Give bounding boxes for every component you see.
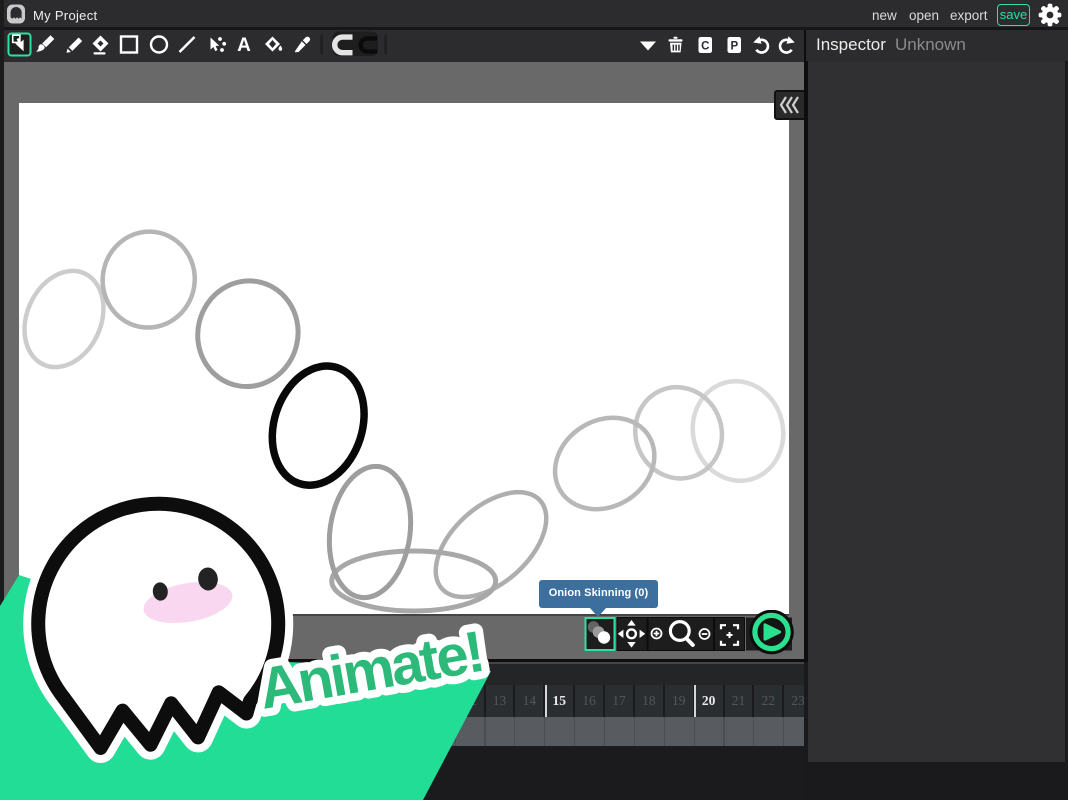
svg-text:A: A — [237, 35, 251, 56]
svg-text:C: C — [701, 41, 709, 53]
svg-text:P: P — [730, 41, 738, 53]
